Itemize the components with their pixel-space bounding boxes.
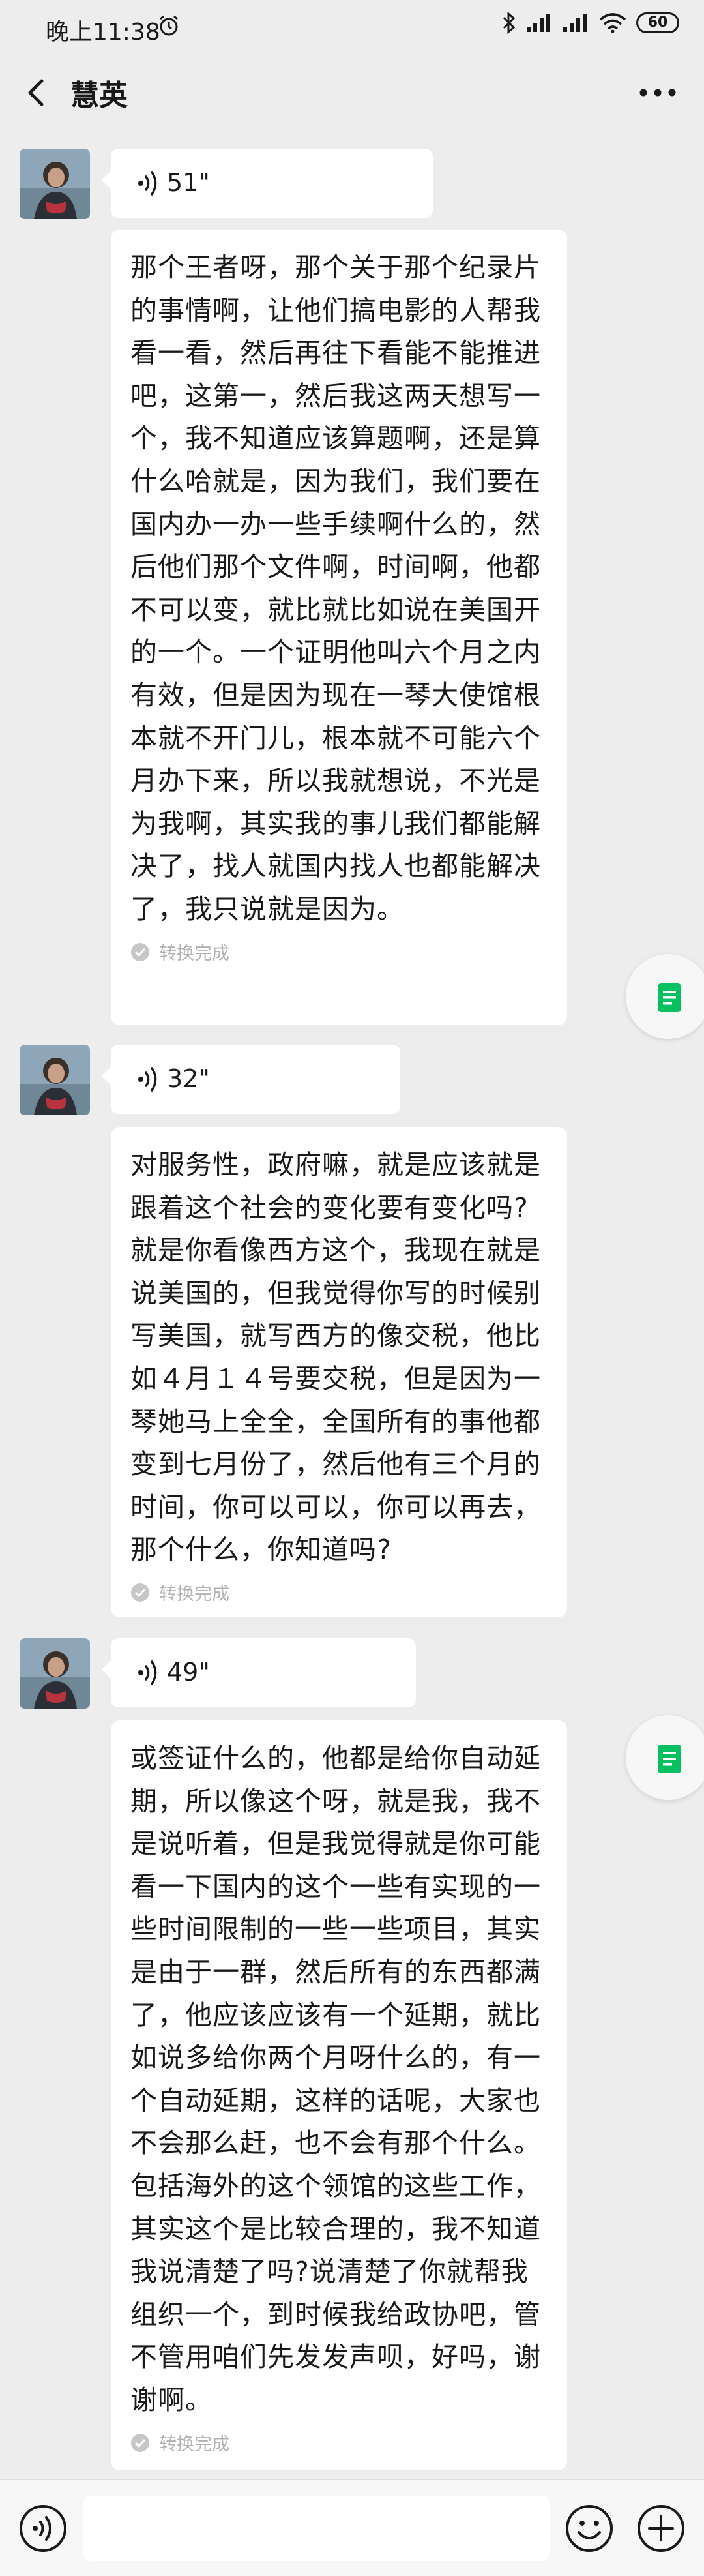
signal-icon xyxy=(563,14,587,32)
voice-duration: 32" xyxy=(167,1064,210,1093)
voice-wave-icon xyxy=(138,171,157,196)
voice-message[interactable]: 32" xyxy=(102,1045,400,1114)
plus-icon[interactable] xyxy=(636,2504,686,2553)
voice-wave-icon xyxy=(138,1660,157,1685)
signal-icon xyxy=(527,14,550,32)
avatar[interactable] xyxy=(20,1045,90,1115)
transcript-bubble[interactable]: 或签证什么的，他都是给你自动延期，所以像这个呀，就是我，我不是说听着，但是我觉得… xyxy=(111,1720,567,2470)
wifi-icon xyxy=(599,13,626,33)
voice-wave-icon xyxy=(138,1067,157,1092)
transcript-status: 转换完成 xyxy=(130,1581,548,1604)
check-circle-icon xyxy=(131,942,149,961)
document-icon xyxy=(658,983,681,1012)
transcript-text: 对服务性，政府嘛，就是应该就是跟着这个社会的变化要有变化吗?就是你看像西方这个，… xyxy=(130,1149,541,1566)
side-tab[interactable] xyxy=(626,1715,704,1800)
voice-message[interactable]: 49" xyxy=(102,1638,416,1707)
message-input[interactable] xyxy=(83,2496,550,2561)
transcript-status-label: 转换完成 xyxy=(159,1584,229,1605)
more-dots-icon[interactable] xyxy=(638,78,678,107)
status-bar: 晚上11:38 60 xyxy=(0,0,704,60)
status-time: 晚上11:38 xyxy=(46,19,160,46)
avatar[interactable] xyxy=(20,1638,90,1709)
bluetooth-icon xyxy=(503,12,516,34)
transcript-status: 转换完成 xyxy=(130,940,548,964)
transcript-status: 转换完成 xyxy=(130,2431,548,2455)
voice-duration: 49" xyxy=(167,1658,210,1686)
status-indicators: 60 xyxy=(502,12,679,34)
battery-indicator: 60 xyxy=(636,12,679,33)
document-icon xyxy=(658,1745,681,1773)
check-circle-icon xyxy=(131,1583,149,1602)
transcript-text: 或签证什么的，他都是给你自动延期，所以像这个呀，就是我，我不是说听着，但是我觉得… xyxy=(130,1743,541,2416)
chevron-left-icon[interactable] xyxy=(20,73,53,112)
transcript-status-label: 转换完成 xyxy=(159,2434,229,2455)
transcript-text: 那个王者呀，那个关于那个纪录片的事情啊，让他们搞电影的人帮我看一看，然后再往下看… xyxy=(130,252,541,925)
voice-message[interactable]: 51" xyxy=(102,149,433,218)
alarm-icon xyxy=(160,15,178,36)
voice-input-icon[interactable] xyxy=(18,2504,68,2553)
voice-duration: 51" xyxy=(167,168,210,197)
chat-title: 慧英 xyxy=(70,79,128,112)
chat-header: 慧英 xyxy=(0,60,704,125)
input-bar xyxy=(0,2479,704,2576)
avatar[interactable] xyxy=(20,149,90,219)
transcript-bubble[interactable]: 那个王者呀，那个关于那个纪录片的事情啊，让他们搞电影的人帮我看一看，然后再往下看… xyxy=(111,230,567,1025)
check-circle-icon xyxy=(131,2433,149,2452)
side-tab[interactable] xyxy=(626,954,704,1039)
emoji-icon[interactable] xyxy=(565,2504,614,2553)
transcript-bubble[interactable]: 对服务性，政府嘛，就是应该就是跟着这个社会的变化要有变化吗?就是你看像西方这个，… xyxy=(111,1127,567,1617)
transcript-status-label: 转换完成 xyxy=(159,944,229,964)
